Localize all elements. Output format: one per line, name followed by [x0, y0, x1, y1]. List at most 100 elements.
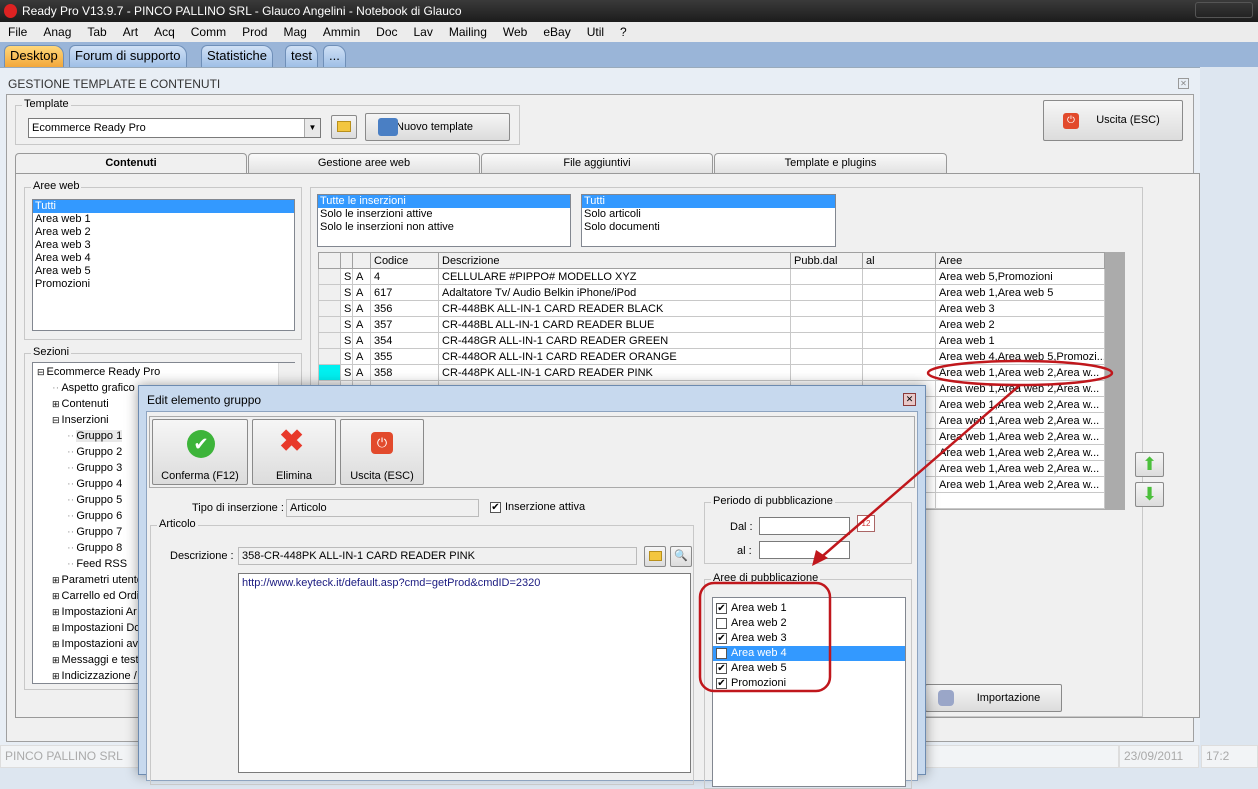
tree-node[interactable]: ⊞ Parametri utente — [52, 572, 143, 588]
move-down-button[interactable]: ⬇ — [1135, 482, 1164, 507]
row-indicator[interactable] — [318, 332, 341, 349]
tab-template-plugins[interactable]: Template e plugins — [714, 153, 947, 173]
area-checkbox-item[interactable]: ✔ Area web 3 — [713, 631, 905, 646]
tab-file-aggiuntivi[interactable]: File aggiuntivi — [481, 153, 713, 173]
column-header[interactable]: al — [862, 252, 936, 269]
window-controls[interactable] — [1195, 2, 1253, 18]
al-field[interactable] — [759, 541, 850, 559]
tree-node[interactable]: ⊟ Ecommerce Ready Pro — [37, 364, 160, 380]
row-indicator[interactable] — [318, 364, 341, 381]
aree-web-item[interactable]: Tutti — [33, 200, 294, 213]
row-indicator[interactable] — [318, 268, 341, 285]
expand-icon[interactable]: ⊞ — [52, 639, 60, 649]
tree-node[interactable]: ⊞ Impostazioni Ar — [52, 604, 137, 620]
filter-tipo-list[interactable]: Tutti Solo articoli Solo documenti — [581, 194, 836, 247]
column-header[interactable]: Aree — [935, 252, 1105, 269]
aree-web-item[interactable]: Area web 2 — [33, 226, 294, 239]
menu-item[interactable]: Web — [495, 22, 535, 42]
filter-item[interactable]: Solo documenti — [582, 221, 835, 234]
menu-item[interactable]: eBay — [535, 22, 578, 42]
collapse-icon[interactable]: ⊟ — [37, 367, 45, 377]
area-checkbox-item[interactable]: Area web 4 — [713, 646, 905, 661]
template-select[interactable]: Ecommerce Ready Pro ▼ — [28, 118, 321, 138]
tree-node[interactable]: ⊞ Indicizzazione / — [52, 668, 137, 684]
checkbox-icon[interactable]: ✔ — [716, 602, 727, 614]
dal-field[interactable] — [759, 517, 850, 535]
checkbox-icon[interactable]: ✔ — [716, 662, 727, 674]
collapse-icon[interactable]: ⊟ — [52, 415, 60, 425]
tab-contenuti[interactable]: Contenuti — [15, 153, 247, 174]
row-indicator[interactable] — [318, 284, 341, 301]
menu-item[interactable]: Mag — [275, 22, 314, 42]
browse-folder-button[interactable] — [644, 546, 666, 567]
table-row[interactable]: S A 357 CR-448BL ALL-IN-1 CARD READER BLUE A… — [318, 316, 1105, 333]
aree-web-item[interactable]: Area web 3 — [33, 239, 294, 252]
delete-button[interactable]: ✖ Elimina — [252, 419, 336, 485]
calendar-icon[interactable]: 12 — [857, 515, 875, 532]
aree-web-item[interactable]: Promozioni — [33, 278, 294, 291]
open-folder-button[interactable] — [331, 115, 357, 139]
tree-node[interactable]: ·· Feed RSS — [67, 556, 127, 572]
menu-item[interactable]: Comm — [183, 22, 234, 42]
table-row[interactable]: S A 358 CR-448PK ALL-IN-1 CARD READER PINK A… — [318, 364, 1105, 381]
column-header[interactable] — [340, 252, 353, 269]
menu-item[interactable]: File — [0, 22, 35, 42]
confirm-button[interactable]: ✔ Conferma (F12) — [152, 419, 248, 485]
tree-node[interactable]: ·· Gruppo 5 — [67, 492, 122, 508]
row-indicator[interactable] — [318, 300, 341, 317]
tree-node[interactable]: ·· Gruppo 8 — [67, 540, 122, 556]
menu-item[interactable]: Prod — [234, 22, 275, 42]
expand-icon[interactable]: ⊞ — [52, 623, 60, 633]
search-button[interactable]: 🔍 — [670, 546, 692, 567]
menu-item[interactable]: Ammin — [315, 22, 368, 42]
dialog-close-button[interactable]: ✕ — [903, 393, 916, 406]
close-panel-icon[interactable]: ✕ — [1178, 78, 1189, 89]
aree-web-list[interactable]: Tutti Area web 1 Area web 2 Area web 3 Area … — [32, 199, 295, 331]
exit-button[interactable]: ⏻ Uscita (ESC) — [1043, 100, 1183, 141]
checkbox-icon[interactable] — [716, 617, 727, 629]
dialog-exit-button[interactable]: ⏻ Uscita (ESC) — [340, 419, 424, 485]
app-tab-statistiche[interactable]: Statistiche — [201, 45, 273, 67]
area-checkbox-item[interactable]: ✔ Area web 5 — [713, 661, 905, 676]
tree-node[interactable]: ·· Gruppo 1 — [67, 428, 123, 444]
column-header[interactable] — [352, 252, 371, 269]
column-header[interactable]: Codice — [370, 252, 439, 269]
menu-item[interactable]: Util — [579, 22, 612, 42]
tree-node[interactable]: ⊞ Messaggi e test — [52, 652, 139, 668]
expand-icon[interactable]: ⊞ — [52, 655, 60, 665]
column-header[interactable]: Pubb.dal — [790, 252, 863, 269]
app-tab-more[interactable]: ... — [323, 45, 346, 67]
app-tab-test[interactable]: test — [285, 45, 318, 67]
table-row[interactable]: S A 4 CELLULARE #PIPPO# MODELLO XYZ Area web… — [318, 268, 1105, 285]
menu-item[interactable]: Art — [115, 22, 146, 42]
table-row[interactable]: S A 355 CR-448OR ALL-IN-1 CARD READER ORANG… — [318, 348, 1105, 365]
checkbox-icon[interactable]: ✔ — [716, 677, 727, 689]
expand-icon[interactable]: ⊞ — [52, 591, 60, 601]
filter-item[interactable]: Tutti — [582, 195, 835, 208]
tree-node[interactable]: ·· Gruppo 2 — [67, 444, 122, 460]
menu-item[interactable]: Mailing — [441, 22, 495, 42]
aree-web-item[interactable]: Area web 4 — [33, 252, 294, 265]
expand-icon[interactable]: ⊞ — [52, 575, 60, 585]
tree-node[interactable]: ·· Gruppo 6 — [67, 508, 122, 524]
filter-item[interactable]: Tutte le inserzioni — [318, 195, 570, 208]
expand-icon[interactable]: ⊞ — [52, 671, 60, 681]
tree-node[interactable]: ⊞ Impostazioni av — [52, 636, 138, 652]
checkbox-icon[interactable]: ✔ — [716, 632, 727, 644]
move-up-button[interactable]: ⬆ — [1135, 452, 1164, 477]
attiva-checkbox[interactable]: ✔ Inserzione attiva — [490, 501, 585, 513]
area-checkbox-item[interactable]: ✔ Area web 1 — [713, 601, 905, 616]
tree-node[interactable]: ·· Gruppo 3 — [67, 460, 122, 476]
filter-inserzioni-list[interactable]: Tutte le inserzioni Solo le inserzioni at… — [317, 194, 571, 247]
tree-node[interactable]: ·· Aspetto grafico — [52, 380, 135, 396]
descrizione-field[interactable]: 358-CR-448PK ALL-IN-1 CARD READER PINK — [238, 547, 637, 565]
expand-icon[interactable]: ⊞ — [52, 607, 60, 617]
aree-web-item[interactable]: Area web 1 — [33, 213, 294, 226]
table-row[interactable]: S A 354 CR-448GR ALL-IN-1 CARD READER GREEN… — [318, 332, 1105, 349]
row-indicator[interactable] — [318, 348, 341, 365]
import-button[interactable]: Importazione — [925, 684, 1062, 712]
tab-gestione-aree-web[interactable]: Gestione aree web — [248, 153, 480, 173]
filter-item[interactable]: Solo le inserzioni attive — [318, 208, 570, 221]
tree-node[interactable]: ⊞ Contenuti — [52, 396, 109, 412]
tree-node[interactable]: ·· Gruppo 4 — [67, 476, 122, 492]
